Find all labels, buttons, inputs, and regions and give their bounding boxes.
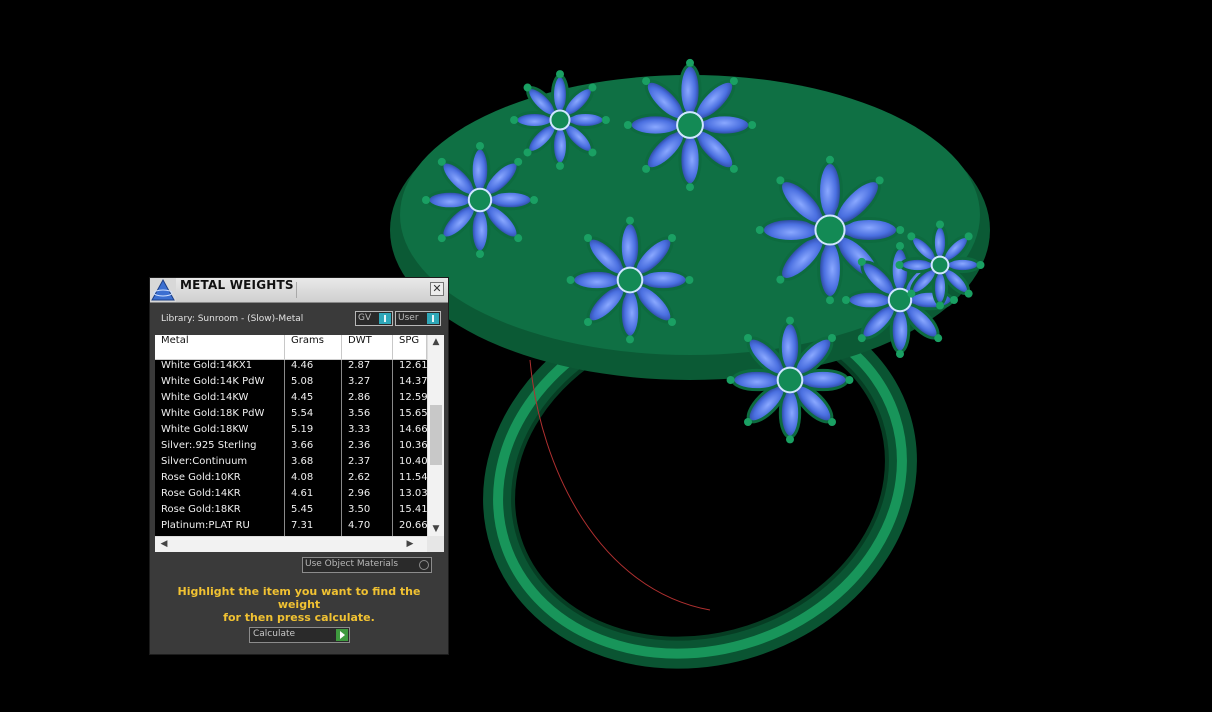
cell-metal: Silver:Continuum: [155, 456, 285, 472]
cell-dwt: 2.36: [342, 440, 393, 456]
cell-dwt: 3.56: [342, 408, 393, 424]
instruction-text: Highlight the item you want to find the …: [160, 585, 438, 624]
horizontal-scrollbar[interactable]: ◀ ▶: [155, 536, 427, 552]
table-row[interactable]: Rose Gold:18KR 5.45 3.50 15.41: [155, 504, 427, 520]
calculate-button[interactable]: Calculate: [249, 627, 350, 643]
header-dwt[interactable]: DWT: [342, 335, 393, 359]
cell-grams: 3.66: [285, 440, 342, 456]
panel-titlebar[interactable]: METAL WEIGHTS ✕: [150, 278, 448, 303]
metal-table: Metal Grams DWT SPG White Gold:14KX1 4.46…: [155, 335, 444, 552]
scrollbar-corner: [427, 536, 444, 552]
toggle-knob-icon: [379, 313, 391, 324]
close-button[interactable]: ✕: [430, 282, 444, 296]
scroll-right-icon[interactable]: ▶: [403, 537, 417, 552]
cell-dwt: 3.27: [342, 376, 393, 392]
cell-spg: 10.36: [399, 440, 427, 451]
cell-grams: 4.08: [285, 472, 342, 488]
table-header: Metal Grams DWT SPG: [155, 335, 427, 360]
cell-spg: 10.40: [399, 456, 427, 467]
cell-metal: Silver:.925 Sterling: [155, 440, 285, 456]
scroll-left-icon[interactable]: ◀: [157, 537, 171, 552]
cell-grams: 4.45: [285, 392, 342, 408]
panel-title: METAL WEIGHTS: [180, 278, 294, 292]
table-row[interactable]: White Gold:14K PdW 5.08 3.27 14.37: [155, 376, 427, 392]
cell-spg: 14.66: [399, 424, 427, 435]
cell-grams: 5.54: [285, 408, 342, 424]
cell-spg: 13.03: [399, 488, 427, 499]
cell-dwt: 3.50: [342, 504, 393, 520]
toggle-knob-icon: [427, 313, 439, 324]
titlebar-divider: [296, 282, 297, 298]
cell-spg: 20.66: [399, 520, 427, 531]
library-label: Library: Sunroom - (Slow)-Metal: [161, 314, 304, 324]
cell-grams: 3.68: [285, 456, 342, 472]
app-logo-icon: [150, 278, 176, 302]
cell-grams: 7.31: [285, 520, 342, 536]
cell-metal: Rose Gold:18KR: [155, 504, 285, 520]
vertical-scrollbar[interactable]: ▲ ▼: [427, 335, 444, 536]
play-arrow-icon: [336, 629, 348, 641]
cell-metal: Rose Gold:14KR: [155, 488, 285, 504]
use-object-materials-checkbox[interactable]: Use Object Materials: [302, 557, 432, 573]
table-row[interactable]: White Gold:14KW 4.45 2.86 12.59: [155, 392, 427, 408]
instruction-line-1: Highlight the item you want to find the …: [177, 585, 421, 611]
header-grams[interactable]: Grams: [285, 335, 342, 359]
scroll-thumb[interactable]: [430, 405, 442, 465]
cell-grams: 5.19: [285, 424, 342, 440]
checkbox-icon[interactable]: [419, 560, 429, 570]
table-row[interactable]: White Gold:18KW 5.19 3.33 14.66: [155, 424, 427, 440]
cell-spg: 14.37: [399, 376, 427, 387]
table-row[interactable]: Platinum:PLAT RU 7.31 4.70 20.66: [155, 520, 427, 536]
cell-dwt: 4.70: [342, 520, 393, 536]
table-row[interactable]: Rose Gold:14KR 4.61 2.96 13.03: [155, 488, 427, 504]
table-row[interactable]: Silver:.925 Sterling 3.66 2.36 10.36: [155, 440, 427, 456]
table-body: White Gold:14KX1 4.46 2.87 12.61 White Gold:…: [155, 360, 427, 536]
cell-spg: 15.65: [399, 408, 427, 419]
user-toggle-label: User: [398, 313, 419, 323]
cell-spg: 11.54: [399, 472, 427, 483]
use-object-materials-label: Use Object Materials: [305, 559, 399, 569]
cell-metal: White Gold:14KW: [155, 392, 285, 408]
cell-spg: 15.41: [399, 504, 427, 515]
gv-toggle-label: GV: [358, 313, 372, 323]
cell-metal: White Gold:18KW: [155, 424, 285, 440]
cell-spg: 12.61: [399, 360, 427, 371]
cell-grams: 5.08: [285, 376, 342, 392]
header-metal[interactable]: Metal: [155, 335, 285, 359]
cell-metal: Rose Gold:10KR: [155, 472, 285, 488]
cell-metal: White Gold:14KX1: [155, 360, 285, 376]
cell-dwt: 2.37: [342, 456, 393, 472]
table-row[interactable]: White Gold:14KX1 4.46 2.87 12.61: [155, 360, 427, 376]
table-row[interactable]: Silver:Continuum 3.68 2.37 10.40: [155, 456, 427, 472]
cell-dwt: 2.86: [342, 392, 393, 408]
cell-metal: Platinum:PLAT RU: [155, 520, 285, 536]
metal-weights-panel: METAL WEIGHTS ✕ Library: Sunroom - (Slow…: [149, 277, 449, 655]
table-row[interactable]: White Gold:18K PdW 5.54 3.56 15.65: [155, 408, 427, 424]
cell-spg: 12.59: [399, 392, 427, 403]
cell-metal: White Gold:18K PdW: [155, 408, 285, 424]
cell-dwt: 2.96: [342, 488, 393, 504]
close-icon: ✕: [432, 282, 442, 295]
table-row[interactable]: Rose Gold:10KR 4.08 2.62 11.54: [155, 472, 427, 488]
header-spg[interactable]: SPG: [393, 335, 427, 359]
scroll-up-icon[interactable]: ▲: [428, 335, 444, 349]
instruction-line-2: for then press calculate.: [223, 611, 375, 624]
cell-grams: 5.45: [285, 504, 342, 520]
user-toggle[interactable]: User: [395, 311, 441, 326]
cell-dwt: 3.33: [342, 424, 393, 440]
cell-dwt: 2.62: [342, 472, 393, 488]
cell-grams: 4.46: [285, 360, 342, 376]
scroll-down-icon[interactable]: ▼: [428, 522, 444, 536]
calculate-label: Calculate: [253, 629, 296, 639]
gv-toggle[interactable]: GV: [355, 311, 393, 326]
cell-grams: 4.61: [285, 488, 342, 504]
cell-metal: White Gold:14K PdW: [155, 376, 285, 392]
cell-dwt: 2.87: [342, 360, 393, 376]
